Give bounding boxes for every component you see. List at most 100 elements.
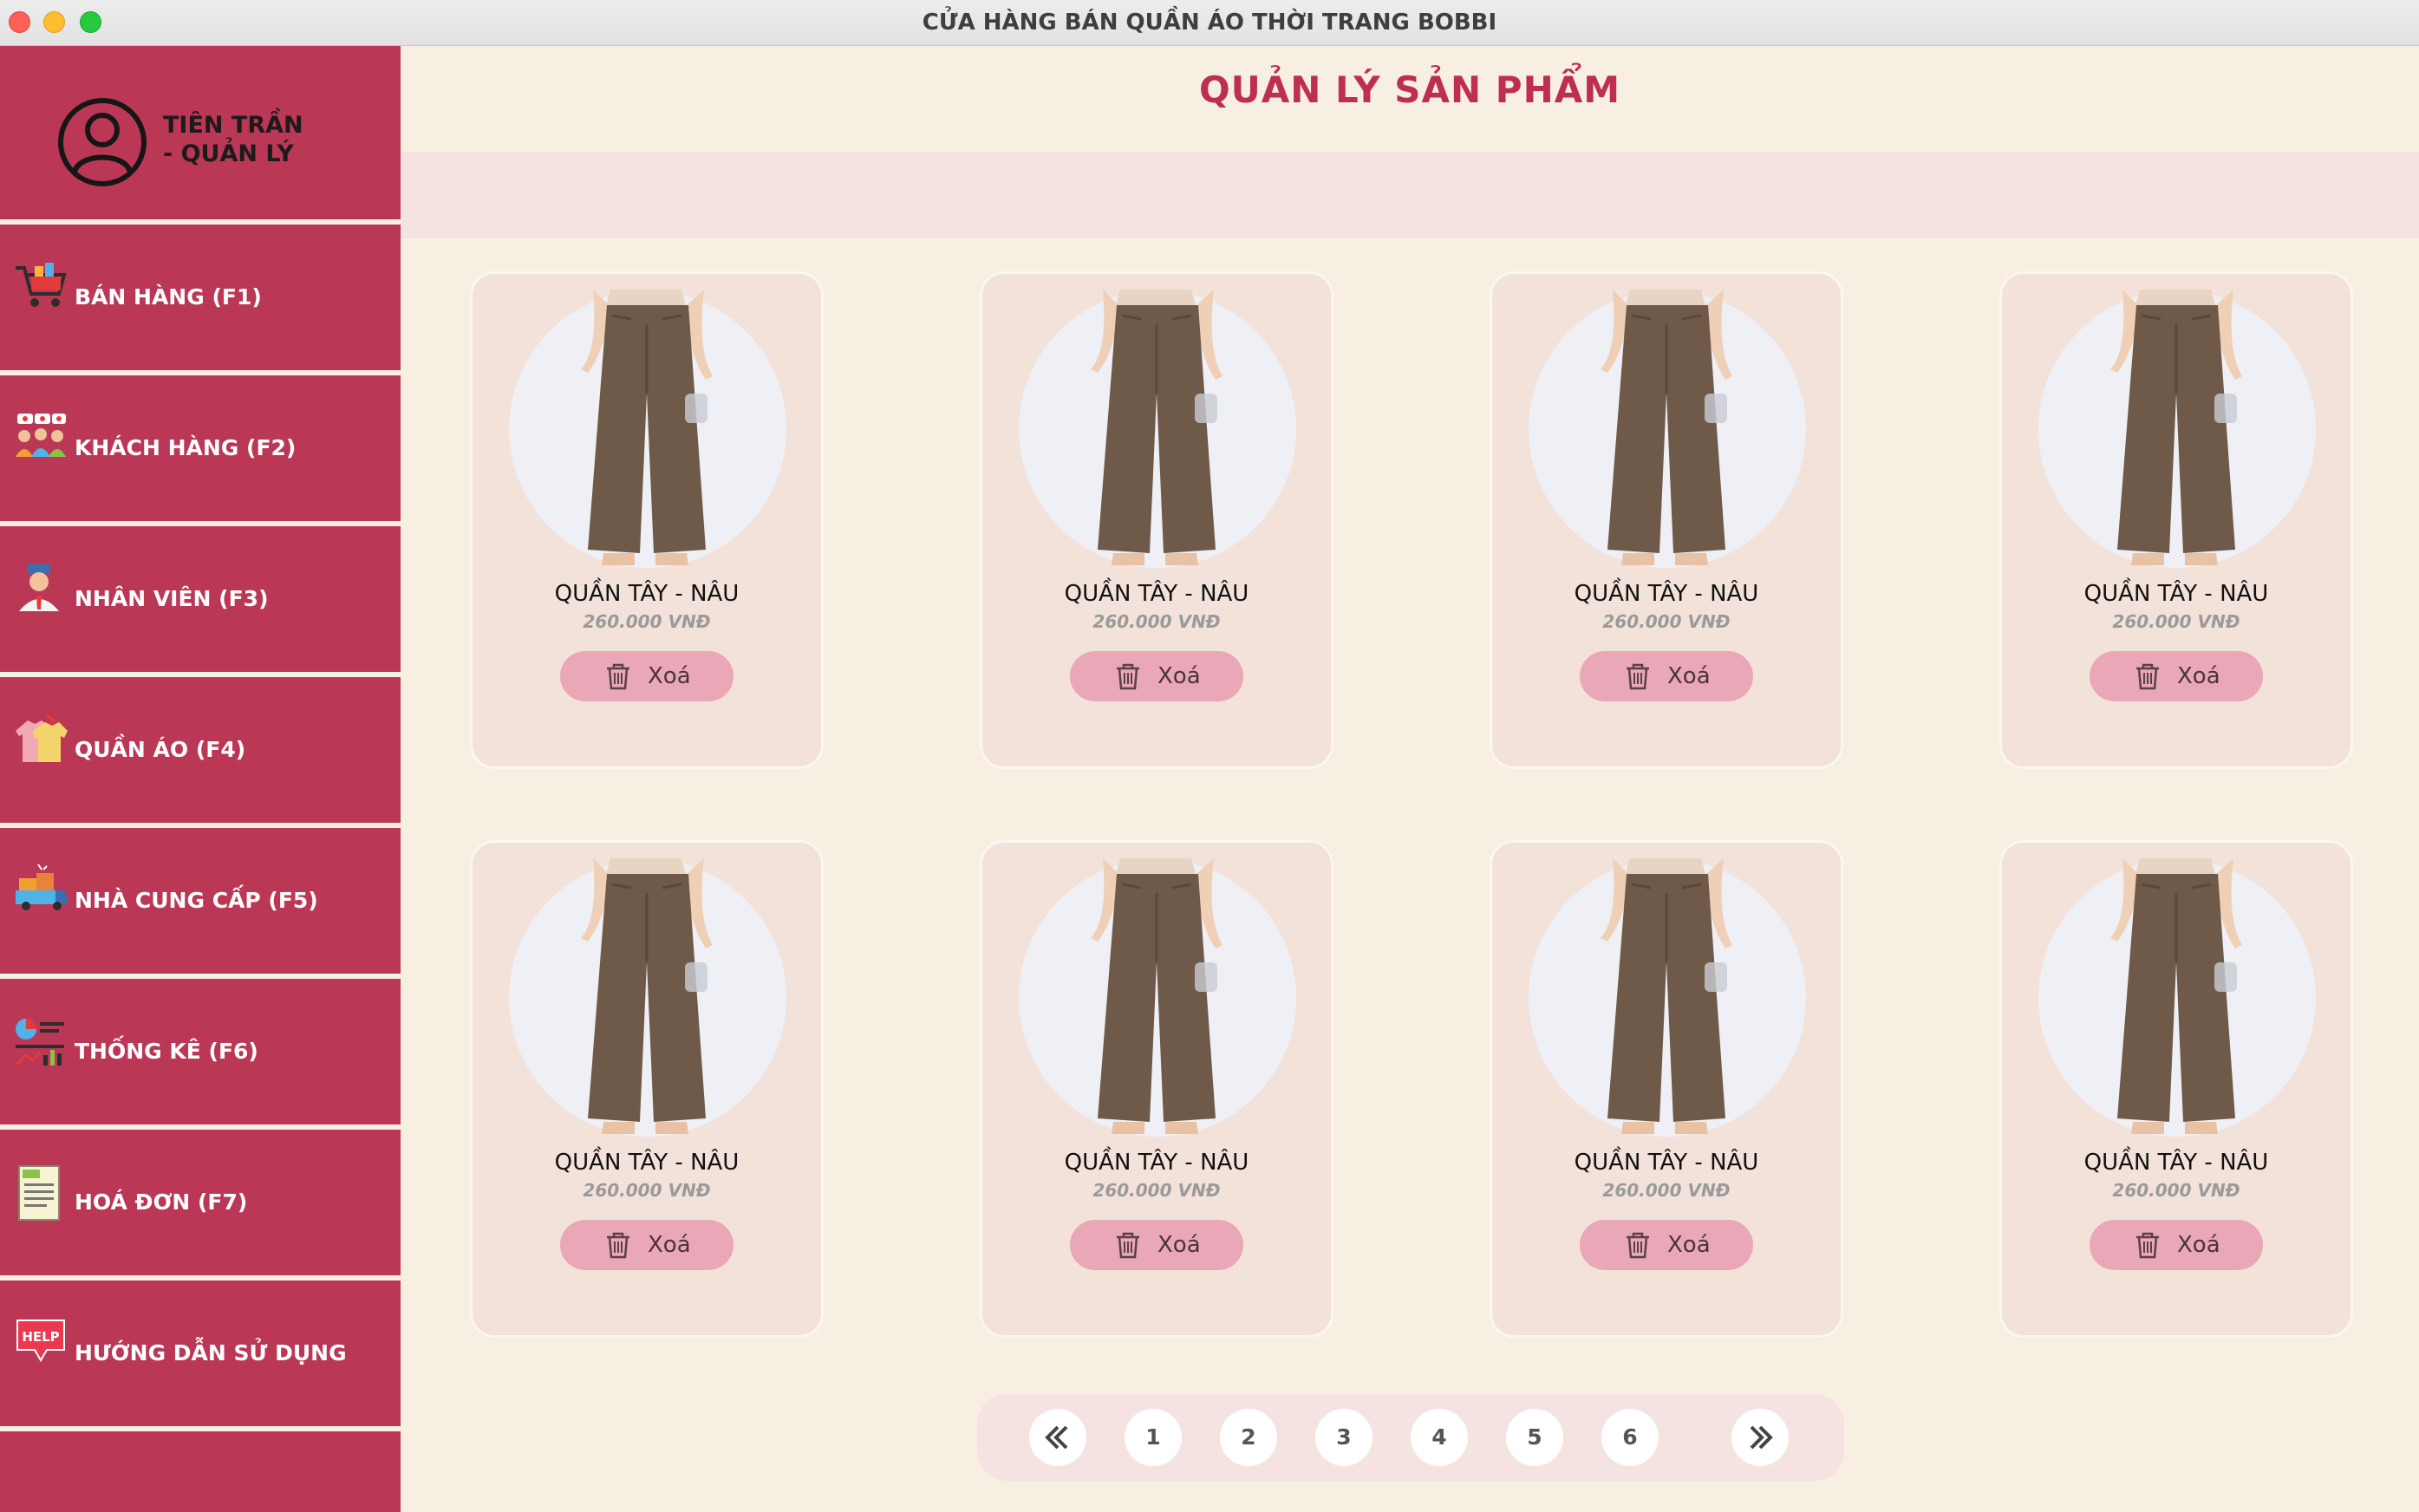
product-image	[2038, 290, 2316, 568]
double-chevron-right-icon	[1750, 1425, 1773, 1450]
delete-button-label: Xoá	[648, 663, 691, 689]
product-name: QUẦN TÂY - NÂU	[1574, 1150, 1759, 1176]
product-name: QUẦN TÂY - NÂU	[2083, 581, 2269, 607]
delete-button-label: Xoá	[1157, 1232, 1201, 1258]
toolbar-band	[401, 152, 2419, 238]
trash-icon	[2136, 663, 2159, 690]
product-price: 260.000 VNĐ	[583, 1180, 711, 1201]
svg-text:HELP: HELP	[22, 1329, 59, 1345]
product-image	[1529, 290, 1806, 568]
sidebar-item-sales[interactable]: BÁN HÀNG (F1)	[0, 225, 401, 370]
product-card[interactable]: QUẦN TÂY - NÂU 260.000 VNĐ Xoá	[1490, 840, 1843, 1338]
product-image	[2038, 858, 2316, 1137]
sidebar-item-label: HƯỚNG DẪN SỬ DỤNG (F8)	[75, 1340, 347, 1511]
window-title: CỬA HÀNG BÁN QUẦN ÁO THỜI TRANG BOBBI	[922, 10, 1497, 36]
product-name: QUẦN TÂY - NÂU	[2083, 1150, 2269, 1176]
sidebar-item-bills[interactable]: HOÁ ĐƠN (F7)	[0, 1130, 401, 1275]
trash-icon	[2136, 1232, 2159, 1259]
product-name: QUẦN TÂY - NÂU	[554, 581, 740, 607]
product-card[interactable]: QUẦN TÂY - NÂU 260.000 VNĐ Xoá	[980, 840, 1333, 1338]
product-card[interactable]: QUẦN TÂY - NÂU 260.000 VNĐ Xoá	[980, 271, 1333, 769]
product-card[interactable]: QUẦN TÂY - NÂU 260.000 VNĐ Xoá	[1999, 840, 2353, 1338]
delete-product-button[interactable]: Xoá	[560, 1220, 734, 1270]
product-price: 260.000 VNĐ	[1602, 1180, 1731, 1201]
sidebar-item-label: THỐNG KÊ (F6)	[75, 1039, 258, 1064]
customers-icon	[16, 414, 66, 457]
product-price: 260.000 VNĐ	[1602, 611, 1731, 632]
product-name: QUẦN TÂY - NÂU	[554, 1150, 740, 1176]
trash-icon	[607, 1232, 629, 1259]
sidebar-bottom-panel	[0, 1431, 401, 1512]
delete-product-button[interactable]: Xoá	[2090, 651, 2263, 701]
sidebar-item-label: NHÀ CUNG CẤP (F5)	[75, 888, 318, 913]
product-image	[1019, 290, 1296, 568]
trash-icon	[1117, 663, 1139, 690]
employee-icon	[19, 564, 59, 611]
sidebar-item-label: HOÁ ĐƠN (F7)	[75, 1189, 248, 1215]
delete-button-label: Xoá	[2177, 1232, 2220, 1258]
clothes-icon	[16, 714, 68, 762]
user-name: TIÊN TRẦN - QUẢN LÝ	[163, 111, 303, 168]
product-name: QUẦN TÂY - NÂU	[1064, 581, 1249, 607]
sidebar-item-label: KHÁCH HÀNG (F2)	[75, 435, 297, 460]
sidebar-item-statistics[interactable]: THỐNG KÊ (F6)	[0, 979, 401, 1124]
pagination: 1 2 3 4 5 6	[977, 1394, 1844, 1481]
delete-button-label: Xoá	[648, 1232, 691, 1258]
product-card[interactable]: QUẦN TÂY - NÂU 260.000 VNĐ Xoá	[470, 271, 824, 769]
delete-product-button[interactable]: Xoá	[1070, 1220, 1243, 1270]
main-content: QUẢN LÝ SẢN PHẨM QUẦN TÂY - NÂU 260.000 V…	[401, 46, 2419, 1512]
delete-button-label: Xoá	[1667, 1232, 1711, 1258]
user-avatar-icon	[58, 98, 147, 186]
supplier-truck-icon	[16, 864, 68, 910]
product-price: 260.000 VNĐ	[1092, 611, 1221, 632]
page-button-3[interactable]: 3	[1315, 1409, 1373, 1466]
page-title: QUẢN LÝ SẢN PHẨM	[1198, 68, 1621, 111]
product-card[interactable]: QUẦN TÂY - NÂU 260.000 VNĐ Xoá	[1490, 271, 1843, 769]
product-name: QUẦN TÂY - NÂU	[1064, 1150, 1249, 1176]
product-image	[509, 858, 786, 1137]
page-button-6[interactable]: 6	[1601, 1409, 1659, 1466]
sidebar: TIÊN TRẦN - QUẢN LÝ BÁN HÀNG (F1) KHÁCH …	[0, 46, 401, 1512]
help-icon: HELP	[16, 1320, 65, 1362]
sidebar-item-clothes[interactable]: QUẦN ÁO (F4)	[0, 677, 401, 823]
product-price: 260.000 VNĐ	[2112, 1180, 2240, 1201]
page-button-5[interactable]: 5	[1506, 1409, 1563, 1466]
delete-button-label: Xoá	[2177, 663, 2220, 689]
trash-icon	[1627, 1232, 1649, 1259]
sidebar-item-customers[interactable]: KHÁCH HÀNG (F2)	[0, 375, 401, 521]
product-image	[509, 290, 786, 568]
page-button-1[interactable]: 1	[1125, 1409, 1182, 1466]
sidebar-item-employees[interactable]: NHÂN VIÊN (F3)	[0, 526, 401, 672]
bill-icon	[18, 1165, 60, 1221]
trash-icon	[607, 663, 629, 690]
sidebar-item-label: BÁN HÀNG (F1)	[75, 284, 262, 310]
sidebar-item-label: QUẦN ÁO (F4)	[75, 737, 246, 762]
delete-product-button[interactable]: Xoá	[560, 651, 734, 701]
next-page-button[interactable]	[1731, 1409, 1789, 1466]
delete-product-button[interactable]: Xoá	[1580, 651, 1753, 701]
product-image	[1019, 858, 1296, 1137]
prev-page-button[interactable]	[1029, 1409, 1086, 1466]
product-card[interactable]: QUẦN TÂY - NÂU 260.000 VNĐ Xoá	[470, 840, 824, 1338]
trash-icon	[1117, 1232, 1139, 1259]
user-name-line1: TIÊN TRẦN	[163, 112, 303, 139]
product-image	[1529, 858, 1806, 1137]
page-button-2[interactable]: 2	[1220, 1409, 1277, 1466]
product-name: QUẦN TÂY - NÂU	[1574, 581, 1759, 607]
product-card[interactable]: QUẦN TÂY - NÂU 260.000 VNĐ Xoá	[1999, 271, 2353, 769]
delete-product-button[interactable]: Xoá	[1070, 651, 1243, 701]
shopping-cart-icon	[16, 263, 67, 307]
user-profile[interactable]: TIÊN TRẦN - QUẢN LÝ	[0, 46, 401, 219]
sidebar-item-suppliers[interactable]: NHÀ CUNG CẤP (F5)	[0, 828, 401, 974]
window-titlebar: CỬA HÀNG BÁN QUẦN ÁO THỜI TRANG BOBBI	[0, 0, 2419, 46]
delete-button-label: Xoá	[1667, 663, 1711, 689]
product-price: 260.000 VNĐ	[1092, 1180, 1221, 1201]
sidebar-item-label: NHÂN VIÊN (F3)	[75, 586, 269, 611]
delete-product-button[interactable]: Xoá	[1580, 1220, 1753, 1270]
user-role-line2: - QUẢN LÝ	[163, 140, 294, 167]
sidebar-item-help[interactable]: HELP HƯỚNG DẪN SỬ DỤNG (F8)	[0, 1281, 401, 1511]
delete-product-button[interactable]: Xoá	[2090, 1220, 2263, 1270]
page-button-4[interactable]: 4	[1411, 1409, 1468, 1466]
product-price: 260.000 VNĐ	[2112, 611, 2240, 632]
product-price: 260.000 VNĐ	[583, 611, 711, 632]
